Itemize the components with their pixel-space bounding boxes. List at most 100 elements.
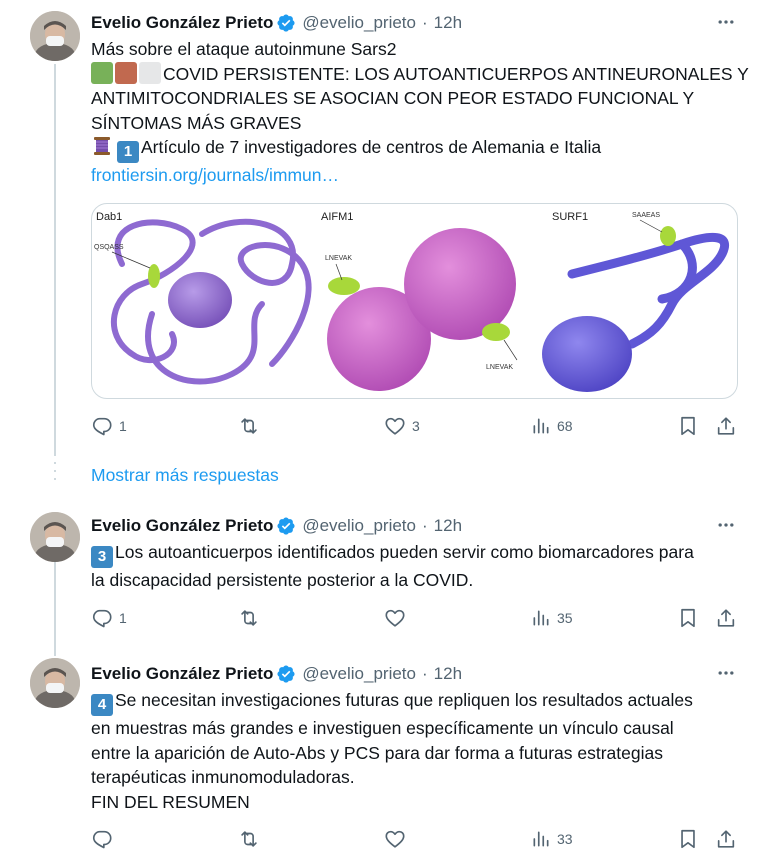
views-button[interactable]: 35 <box>531 607 573 629</box>
aifm1-domain <box>404 228 516 340</box>
article-link[interactable]: frontiersin.org/journals/immun… <box>91 163 740 188</box>
show-more-replies-link[interactable]: Mostrar más respuestas <box>91 465 279 486</box>
epitope-label: QSQASS <box>94 244 124 251</box>
author-name[interactable]: Evelio González Prieto <box>91 664 273 684</box>
thread-line-dots <box>54 470 56 472</box>
reply-icon <box>92 609 112 628</box>
author-name[interactable]: Evelio González Prieto <box>91 516 273 536</box>
views-count: 35 <box>557 610 573 626</box>
tweet[interactable]: Evelio González Prieto @evelio_prieto · … <box>0 646 770 866</box>
views-count: 33 <box>557 831 573 847</box>
text-line: terapéuticas inmunomoduladoras. <box>91 767 355 788</box>
text-line-content: Se necesitan investigaciones futuras que… <box>115 690 693 710</box>
share-button[interactable] <box>715 415 737 437</box>
timestamp[interactable]: 12h <box>434 664 462 684</box>
thread-line-dots <box>54 462 56 464</box>
tweet[interactable]: Evelio González Prieto @evelio_prieto · … <box>0 0 770 450</box>
white-square-emoji <box>139 61 161 84</box>
panel-title: Dab1 <box>96 211 122 223</box>
thread-line-dots <box>54 478 56 480</box>
timestamp[interactable]: 12h <box>434 516 462 536</box>
tweet-header: Evelio González Prieto @evelio_prieto · … <box>91 12 740 34</box>
author-handle[interactable]: @evelio_prieto <box>302 13 416 33</box>
text-line-content: COVID PERSISTENTE: LOS AUTOANTICUERPOS A… <box>163 63 749 84</box>
retweet-button[interactable] <box>237 828 267 850</box>
tweet-text: 3 Los autoanticuerpos identificados puede… <box>91 540 740 593</box>
retweet-button[interactable] <box>237 607 267 629</box>
like-button[interactable] <box>384 607 412 629</box>
epitope-label: LNEVAK <box>486 364 513 371</box>
brown-square-emoji <box>115 61 137 84</box>
green-square-emoji <box>91 61 113 84</box>
tweet-header: Evelio González Prieto @evelio_prieto · … <box>91 515 740 537</box>
reply-button[interactable]: 1 <box>91 415 127 437</box>
reply-button[interactable] <box>91 828 119 850</box>
like-icon <box>385 609 405 627</box>
tweet-header: Evelio González Prieto @evelio_prieto · … <box>91 663 740 685</box>
share-button[interactable] <box>715 607 737 629</box>
retweet-icon <box>241 610 257 626</box>
avatar[interactable] <box>30 512 80 562</box>
text-line: en muestras más grandes e investiguen es… <box>91 718 674 739</box>
views-button[interactable]: 33 <box>531 828 573 850</box>
bookmark-button[interactable] <box>677 828 699 850</box>
text-line: 4 Se necesitan investigaciones futuras qu… <box>91 688 740 717</box>
verified-badge-icon <box>277 14 295 32</box>
text-line: 3 Los autoanticuerpos identificados puede… <box>91 540 740 569</box>
avatar[interactable] <box>30 658 80 708</box>
author-handle[interactable]: @evelio_prieto <box>302 516 416 536</box>
epitope-highlight <box>660 226 676 246</box>
text-line: la discapacidad persistente posterior a … <box>91 570 474 591</box>
text-line-content: Los autoanticuerpos identificados pueden… <box>115 542 694 562</box>
author-name[interactable]: Evelio González Prieto <box>91 13 273 33</box>
tweet[interactable]: Evelio González Prieto @evelio_prieto · … <box>0 500 770 650</box>
text-line: COVID PERSISTENTE: LOS AUTOANTICUERPOS A… <box>91 61 749 87</box>
more-options-icon[interactable] <box>712 513 740 537</box>
text-line: Más sobre el ataque autoinmune Sars2 <box>91 39 397 59</box>
retweet-icon <box>241 831 257 847</box>
epitope-highlight <box>482 323 510 341</box>
bookmark-icon <box>681 416 695 436</box>
views-count: 68 <box>557 418 573 434</box>
share-icon <box>717 417 735 435</box>
bookmark-button[interactable] <box>677 607 699 629</box>
more-options-icon[interactable] <box>712 661 740 685</box>
text-line: 1 Artículo de 7 investigadores de centros… <box>91 135 740 164</box>
verified-badge-icon <box>277 517 295 535</box>
separator-dot: · <box>421 664 428 683</box>
like-count: 3 <box>412 418 420 434</box>
separator-dot: · <box>421 516 428 535</box>
reply-icon <box>92 417 112 436</box>
thread-emoji-icon <box>94 137 110 155</box>
retweet-button[interactable] <box>237 415 267 437</box>
avatar[interactable] <box>30 11 80 61</box>
tweet-actions: 33 <box>91 828 740 852</box>
text-line: SÍNTOMAS MÁS GRAVES <box>91 112 302 133</box>
retweet-icon <box>241 418 257 434</box>
views-icon <box>533 418 549 434</box>
views-button[interactable]: 68 <box>531 415 573 437</box>
share-button[interactable] <box>715 828 737 850</box>
tweet-actions: 1 3 68 <box>91 415 740 439</box>
separator-dot: · <box>421 13 428 32</box>
reply-icon <box>92 830 112 849</box>
tweet-text: Más sobre el ataque autoinmune Sars2 COV… <box>91 37 749 188</box>
bookmark-button[interactable] <box>677 415 699 437</box>
reply-count: 1 <box>119 610 127 626</box>
like-button[interactable] <box>384 828 412 850</box>
timestamp[interactable]: 12h <box>434 13 462 33</box>
more-options-icon[interactable] <box>712 10 740 34</box>
like-button[interactable]: 3 <box>384 415 420 437</box>
author-handle[interactable]: @evelio_prieto <box>302 664 416 684</box>
reply-button[interactable]: 1 <box>91 607 127 629</box>
like-icon <box>385 417 405 435</box>
tweet-media-image[interactable]: Dab1 QSQASS AIFM1 LNEVAK LNEVAK SURF1 SA… <box>91 203 738 399</box>
epitope-highlight <box>328 277 360 295</box>
surf1-core <box>542 316 632 392</box>
like-icon <box>385 830 405 848</box>
reply-count: 1 <box>119 418 127 434</box>
text-line: entre la aparición de Auto-Abs y PCS par… <box>91 742 663 763</box>
panel-title: SURF1 <box>552 211 588 223</box>
views-icon <box>533 831 549 847</box>
share-icon <box>717 830 735 848</box>
